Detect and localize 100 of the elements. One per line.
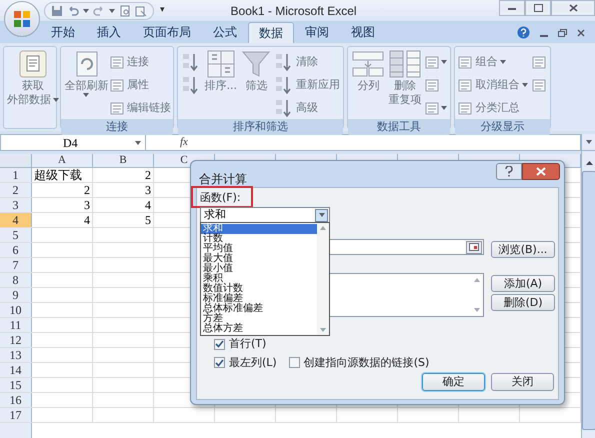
ribbon-button[interactable]: 筛选 xyxy=(240,49,272,93)
dropdown-option[interactable]: 平均值 xyxy=(201,244,317,254)
ribbon-button[interactable]: 重新应用 xyxy=(274,74,340,96)
group-label: 分级显示 xyxy=(455,119,550,135)
restore-button[interactable] xyxy=(525,0,551,16)
undo-icon[interactable] xyxy=(67,4,79,16)
minimize-icon xyxy=(508,6,516,10)
row-header[interactable]: 16 xyxy=(0,393,32,407)
ribbon-tab[interactable]: 页面布局 xyxy=(132,22,202,43)
checkbox[interactable] xyxy=(214,357,225,368)
checkbox[interactable] xyxy=(288,357,300,368)
table-rows-icon xyxy=(388,49,422,79)
list-icon xyxy=(110,102,124,114)
fx-label[interactable]: fx xyxy=(180,134,188,151)
dropdown-option[interactable]: 乘积 xyxy=(201,274,317,284)
dropdown-option[interactable]: 总体标准偏差 xyxy=(201,304,317,314)
ribbon-tab[interactable]: 公式 xyxy=(202,22,248,43)
scroll-down-icon xyxy=(320,328,326,332)
dialog-button[interactable]: 关闭 xyxy=(491,373,554,391)
ribbon-button[interactable]: 高级 xyxy=(274,97,340,119)
dropdown-arrow-button[interactable] xyxy=(315,208,328,222)
dropdown-option[interactable]: 标准偏差 xyxy=(201,294,317,304)
restore-icon[interactable] xyxy=(558,28,567,36)
ribbon-tab[interactable]: 视图 xyxy=(340,22,386,43)
list-icon xyxy=(424,102,439,114)
caret-icon xyxy=(109,8,115,12)
page-icon xyxy=(18,49,48,79)
ribbon-button[interactable]: 清除 xyxy=(274,51,340,73)
document-icon[interactable] xyxy=(135,4,147,16)
row-header[interactable]: 11 xyxy=(0,318,32,332)
checkbox-option[interactable]: 首行(T) xyxy=(214,336,487,352)
row-header[interactable]: 8 xyxy=(0,273,32,287)
dropdown-option[interactable]: 最大值 xyxy=(201,254,317,264)
sort-icon xyxy=(274,52,293,72)
ribbon-tab[interactable]: 数据 xyxy=(248,22,294,43)
list-icon xyxy=(424,78,439,92)
help-icon[interactable] xyxy=(517,26,530,39)
help-button[interactable] xyxy=(496,163,522,180)
checkbox[interactable] xyxy=(214,338,225,350)
column-header[interactable]: B xyxy=(93,154,154,167)
ribbon-button[interactable]: 连接 xyxy=(110,51,171,73)
ribbon-button[interactable]: 取消组合 xyxy=(458,74,528,96)
caret-icon xyxy=(500,60,506,64)
caret-icon xyxy=(83,93,90,97)
row-header[interactable]: 17 xyxy=(0,408,32,422)
row-header[interactable]: 1 xyxy=(0,168,32,182)
ribbon-button[interactable]: 获取 外部数据 xyxy=(6,49,60,107)
row-header[interactable]: 15 xyxy=(0,378,32,392)
row-header[interactable]: 3 xyxy=(0,198,32,212)
minimize-button[interactable] xyxy=(499,0,525,16)
table-cell-text: 3 xyxy=(144,183,152,197)
sort-icon xyxy=(274,98,293,118)
close-button[interactable] xyxy=(551,0,595,16)
dropdown-option[interactable]: 最小值 xyxy=(201,264,317,274)
ribbon-tab[interactable]: 开始 xyxy=(40,22,86,43)
ribbon-button[interactable]: 属性 xyxy=(110,74,171,96)
row-header[interactable]: 5 xyxy=(0,228,32,242)
redo-icon[interactable] xyxy=(93,4,105,16)
ribbon-button[interactable]: 分列 xyxy=(350,49,386,93)
dropdown-option[interactable]: 方差 xyxy=(201,314,317,324)
ribbon-button[interactable]: 分类汇总 xyxy=(458,97,528,119)
ribbon-tab[interactable]: 插入 xyxy=(86,22,132,43)
row-header[interactable]: 9 xyxy=(0,288,32,302)
table-cell-text: 2 xyxy=(144,168,152,182)
browse-button[interactable]: 浏览(B)... xyxy=(491,241,555,258)
save-icon[interactable] xyxy=(51,4,63,16)
dropdown-option[interactable]: 总体方差 xyxy=(201,324,317,334)
row-header[interactable]: 13 xyxy=(0,348,32,362)
row-header[interactable]: 6 xyxy=(0,243,32,257)
dialog-title: 合并计算 xyxy=(199,172,247,186)
list-icon xyxy=(458,78,472,92)
close-icon[interactable] xyxy=(577,28,585,36)
customize-toolbar-button[interactable]: ▾ xyxy=(160,4,165,18)
dropdown-option[interactable]: 计数 xyxy=(201,234,317,244)
name-box[interactable]: D4 xyxy=(1,135,146,150)
ribbon-tab[interactable]: 审阅 xyxy=(294,22,340,43)
ribbon-button[interactable]: 编辑链接 xyxy=(110,97,171,119)
check-icon xyxy=(215,340,224,348)
scrollbar[interactable] xyxy=(317,223,329,335)
add-button[interactable]: 添加(A) xyxy=(491,275,555,292)
dropdown-value: 求和 xyxy=(204,208,227,222)
close-button[interactable] xyxy=(522,163,560,180)
row-header[interactable]: 14 xyxy=(0,363,32,377)
dropdown-option[interactable]: 数值计数 xyxy=(201,284,317,294)
ribbon-button[interactable]: 删除 重复项 xyxy=(386,49,423,107)
row-header[interactable]: 2 xyxy=(0,183,32,197)
delete-button[interactable]: 删除(D) xyxy=(491,294,555,311)
dialog-button[interactable]: 确定 xyxy=(422,373,485,391)
ribbon-button[interactable]: 排序... xyxy=(204,49,238,93)
caret-icon xyxy=(53,98,59,102)
ribbon-button[interactable]: 组合 xyxy=(458,51,528,73)
row-header[interactable]: 10 xyxy=(0,303,32,317)
checkbox-option[interactable]: 最左列(L) xyxy=(214,354,277,371)
reference-picker-button[interactable] xyxy=(466,240,482,254)
ribbon-button[interactable]: 全部刷新 xyxy=(63,49,110,97)
row-header[interactable]: 4 xyxy=(0,213,32,227)
print-preview-icon[interactable] xyxy=(119,4,131,16)
column-header[interactable]: A xyxy=(32,154,93,167)
row-header[interactable]: 12 xyxy=(0,333,32,347)
row-header[interactable]: 7 xyxy=(0,258,32,272)
